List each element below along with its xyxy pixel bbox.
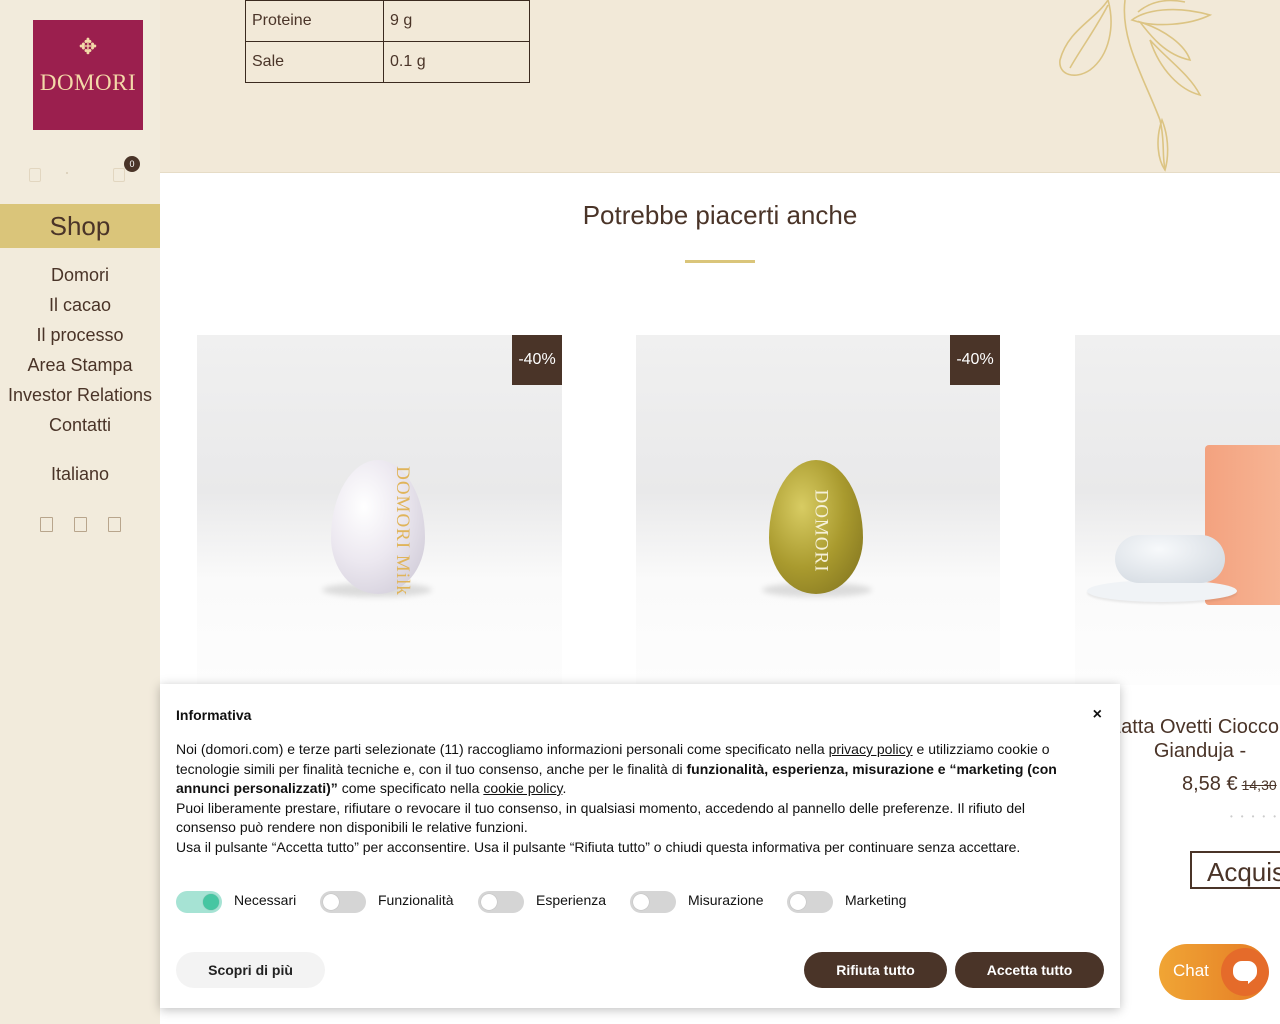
chat-widget[interactable]: Chat	[1159, 944, 1269, 1000]
cart-count-badge: 0	[124, 156, 140, 172]
nav-il-cacao[interactable]: Il cacao	[0, 290, 160, 320]
nav-investor-relations[interactable]: Investor Relations	[0, 380, 160, 410]
cookie-text-segment: .	[562, 780, 567, 796]
nutrition-label: Proteine	[245, 0, 384, 42]
cookie-title: Informativa	[176, 707, 252, 723]
product-image[interactable]: -40% DOMORI	[636, 335, 1000, 685]
social-links	[38, 517, 128, 533]
product-name-line: Latta Ovetti Cioccolato	[1110, 716, 1280, 738]
cacao-star-icon: ✥	[78, 34, 98, 59]
nutrition-table: Proteine 9 g Sale 0.1 g	[245, 0, 530, 83]
nav-contatti[interactable]: Contatti	[0, 410, 160, 440]
cacao-branch-illustration	[1059, 0, 1213, 172]
title-underline	[685, 260, 755, 263]
product-image[interactable]: -40% DOMORI Milk	[197, 335, 562, 685]
cookie-policy-link[interactable]: cookie policy	[483, 780, 562, 796]
nav-area-stampa[interactable]: Area Stampa	[0, 350, 160, 380]
product-image[interactable]	[1075, 335, 1280, 685]
buy-button[interactable]: Acquista	[1190, 851, 1280, 889]
nutrition-value: 0.1 g	[383, 41, 530, 83]
egg-brand-label: DOMORI	[810, 489, 832, 573]
toggle-switch[interactable]	[630, 891, 676, 913]
learn-more-button[interactable]: Scopri di più	[176, 952, 325, 988]
sidebar: ✥ DOMORI 0 Shop Domori Il cacao Il proce…	[0, 0, 160, 1024]
main-nav: Domori Il cacao Il processo Area Stampa …	[0, 260, 160, 440]
toggle-switch[interactable]	[176, 891, 222, 913]
close-icon[interactable]: ×	[1093, 706, 1102, 724]
toggle-switch[interactable]	[478, 891, 524, 913]
toggle-label: Funzionalità	[378, 892, 454, 908]
logo-wordmark: DOMORI	[39, 70, 137, 95]
language-selector[interactable]: Italiano	[0, 462, 160, 486]
cookie-text-segment: come specificato nella	[337, 780, 484, 796]
current-price: 8,58 €	[1182, 773, 1238, 795]
cart-icon[interactable]	[113, 168, 125, 182]
shop-link[interactable]: Shop	[0, 204, 160, 248]
toggle-label: Esperienza	[536, 892, 607, 908]
plate	[1087, 580, 1237, 602]
toggle-switch[interactable]	[787, 891, 833, 913]
cookie-text-segment: Usa il pulsante “Accetta tutto” per acco…	[176, 838, 1021, 855]
table-row: Sale 0.1 g	[245, 41, 530, 83]
toggle-switch[interactable]	[320, 891, 366, 913]
chat-bubble-icon[interactable]	[1221, 948, 1269, 996]
product-name[interactable]: Latta Ovetti Cioccolato Gianduja -	[1110, 715, 1280, 763]
tin-can	[1205, 445, 1280, 605]
user-icon[interactable]	[29, 168, 41, 182]
old-price: 14,30	[1241, 777, 1277, 793]
discount-badge: -40%	[950, 335, 1000, 385]
nav-domori[interactable]: Domori	[0, 260, 160, 290]
linkedin-icon[interactable]	[108, 517, 121, 532]
discount-badge: -40%	[512, 335, 562, 385]
cookie-text-segment: Puoi liberamente prestare, rifiutare o r…	[176, 799, 1026, 836]
related-products-title: Potrebbe piacerti anche	[582, 200, 858, 230]
product-price: 8,58 €14,30	[1182, 773, 1277, 796]
cookie-text: Noi (domori.com) e terze parti seleziona…	[176, 740, 1076, 857]
egg-pile	[1115, 535, 1225, 583]
rating-stars: •••••	[1230, 812, 1280, 821]
cookie-text-segment: Noi (domori.com) e terze parti seleziona…	[176, 741, 829, 757]
toggle-label: Marketing	[845, 892, 907, 908]
nutrition-value: 9 g	[383, 0, 530, 42]
privacy-policy-link[interactable]: privacy policy	[829, 741, 913, 757]
table-row: Proteine 9 g	[245, 0, 530, 42]
nutrition-label: Sale	[245, 41, 384, 83]
toggle-label: Necessari	[234, 892, 297, 908]
facebook-icon[interactable]	[40, 517, 53, 532]
cookie-banner: Informativa × Noi (domori.com) e terze p…	[160, 684, 1120, 1008]
chat-label: Chat	[1173, 961, 1209, 980]
egg-brand-label: DOMORI Milk	[391, 466, 413, 596]
product-name-line: Gianduja -	[1153, 740, 1247, 762]
nav-il-processo[interactable]: Il processo	[0, 320, 160, 350]
domori-logo[interactable]: ✥ DOMORI	[33, 20, 143, 130]
toggle-label: Misurazione	[688, 892, 764, 908]
search-icon[interactable]	[66, 172, 68, 174]
chat-bubble-tail	[1248, 978, 1255, 984]
instagram-icon[interactable]	[74, 517, 87, 532]
reject-all-button[interactable]: Rifiuta tutto	[804, 952, 947, 988]
accept-all-button[interactable]: Accetta tutto	[955, 952, 1104, 988]
